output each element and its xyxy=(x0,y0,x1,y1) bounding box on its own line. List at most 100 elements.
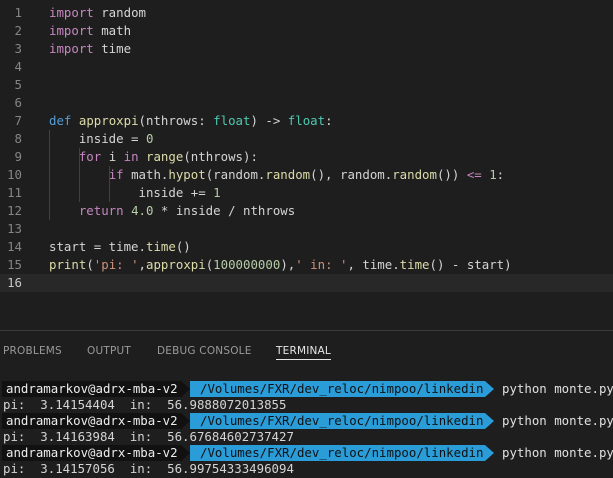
code-line[interactable]: 6 xyxy=(0,94,613,112)
code-line[interactable]: 4 xyxy=(0,58,613,76)
line-number: 5 xyxy=(14,77,22,92)
panel-tabs: PROBLEMS OUTPUT DEBUG CONSOLE TERMINAL xyxy=(0,331,613,369)
terminal-output-line: pi: 3.14157056 in: 56.99754333496094 xyxy=(0,461,613,477)
code-line[interactable]: 13 xyxy=(0,220,613,238)
prompt-separator-icon xyxy=(181,381,190,397)
code-token: import xyxy=(49,23,94,38)
code-line[interactable]: 11 inside += 1 xyxy=(0,184,613,202)
code-token: 4.0 xyxy=(131,203,154,218)
code-token: math. xyxy=(123,167,169,182)
line-number: 7 xyxy=(14,113,22,128)
terminal-command: python monte.py xyxy=(502,381,613,396)
line-number: 13 xyxy=(7,221,22,236)
line-number: 4 xyxy=(14,59,22,74)
terminal-prompt-line: andramarkov@adrx-mba-v2/Volumes/FXR/dev_… xyxy=(0,445,613,461)
code-token: * inside / nthrows xyxy=(153,203,296,218)
line-number: 15 xyxy=(7,257,22,272)
prompt-path: /Volumes/FXR/dev_reloc/nimpoo/linkedin xyxy=(190,381,486,397)
tab-problems[interactable]: PROBLEMS xyxy=(3,343,62,359)
code-token: random xyxy=(265,167,311,182)
code-token: 1 xyxy=(489,167,497,182)
line-number: 16 xyxy=(7,275,22,290)
line-number: 14 xyxy=(7,239,22,254)
tab-output[interactable]: OUTPUT xyxy=(87,343,131,359)
code-text: import math xyxy=(49,22,131,40)
code-line[interactable]: 2 import math xyxy=(0,22,613,40)
prompt-user: andramarkov@adrx-mba-v2 xyxy=(2,413,182,429)
code-token: in xyxy=(123,149,139,164)
code-text: def approxpi(nthrows: float) -> float: xyxy=(49,112,333,130)
tab-terminal[interactable]: TERMINAL xyxy=(276,343,331,360)
code-line[interactable]: 14 start = time.time() xyxy=(0,238,613,256)
code-token: inside = xyxy=(49,131,146,146)
line-number: 11 xyxy=(7,185,22,200)
line-number: 6 xyxy=(14,95,22,110)
code-line[interactable]: 9 for i in range(nthrows): xyxy=(0,148,613,166)
indent-guide xyxy=(108,166,110,202)
line-number: 3 xyxy=(14,41,22,56)
line-number: 10 xyxy=(7,167,22,182)
prompt-path: /Volumes/FXR/dev_reloc/nimpoo/linkedin xyxy=(190,445,486,461)
code-token: i xyxy=(101,149,124,164)
terminal-output: pi: 3.14157056 in: 56.99754333496094 xyxy=(3,461,294,476)
prompt-separator-icon xyxy=(181,413,190,429)
code-token: ) -> xyxy=(250,113,288,128)
prompt-user: andramarkov@adrx-mba-v2 xyxy=(2,445,182,461)
code-line[interactable]: 8 inside = 0 xyxy=(0,130,613,148)
code-text: import time xyxy=(49,40,131,58)
prompt-path: /Volumes/FXR/dev_reloc/nimpoo/linkedin xyxy=(190,413,486,429)
code-token: () - start) xyxy=(429,257,512,272)
prompt-user: andramarkov@adrx-mba-v2 xyxy=(2,381,182,397)
code-token: random xyxy=(93,5,146,20)
code-token: 'pi: ' xyxy=(93,257,139,272)
indent-guide xyxy=(78,148,80,202)
code-text: if math.hypot(random.random(), random.ra… xyxy=(49,166,504,184)
code-line[interactable]: 15 print('pi: ',approxpi(100000000),' in:… xyxy=(0,256,613,274)
line-number: 1 xyxy=(14,5,22,20)
code-token: ( xyxy=(86,257,94,272)
code-token: (random. xyxy=(205,167,266,182)
code-token: random xyxy=(392,167,437,182)
code-line[interactable]: 5 xyxy=(0,76,613,94)
code-token: import xyxy=(49,5,94,20)
code-line[interactable]: 3 import time xyxy=(0,40,613,58)
code-editor[interactable]: 1 import random 2 import math 3 import time 4 5… xyxy=(0,0,613,330)
code-token: print xyxy=(49,257,87,272)
code-token: approxpi xyxy=(146,257,206,272)
code-token: () xyxy=(175,239,191,254)
code-token: 1 xyxy=(213,185,221,200)
code-text: for i in range(nthrows): xyxy=(49,148,258,166)
code-token: if xyxy=(108,167,124,182)
tab-debug-console[interactable]: DEBUG CONSOLE xyxy=(157,343,252,359)
code-line[interactable]: 16 xyxy=(0,274,613,292)
code-line[interactable]: 10 if math.hypot(random.random(), random… xyxy=(0,166,613,184)
terminal-prompt-line: andramarkov@adrx-mba-v2/Volumes/FXR/dev_… xyxy=(0,413,613,429)
indent-guide xyxy=(49,130,50,220)
terminal-output: pi: 3.14163984 in: 56.67684602737427 xyxy=(3,429,294,444)
prompt-separator-icon xyxy=(485,445,494,461)
line-number: 9 xyxy=(14,149,22,164)
code-token: : xyxy=(496,167,505,182)
terminal-command: python monte.py xyxy=(502,413,613,428)
code-token: for xyxy=(78,149,102,164)
code-line[interactable]: 1 import random xyxy=(0,4,613,22)
line-number: 12 xyxy=(7,203,22,218)
prompt-separator-icon xyxy=(181,445,190,461)
code-token: range xyxy=(146,149,184,164)
code-token: 100000000 xyxy=(213,257,281,272)
code-token: time xyxy=(399,257,430,272)
code-text: inside += 1 xyxy=(49,184,221,202)
code-text: return 4.0 * inside / nthrows xyxy=(49,202,295,220)
code-text: inside = 0 xyxy=(49,130,154,148)
code-line[interactable]: 7 def approxpi(nthrows: float) -> float: xyxy=(0,112,613,130)
code-token: , time. xyxy=(347,257,400,272)
line-number: 2 xyxy=(14,23,22,38)
code-token: return xyxy=(78,203,124,218)
code-token: math xyxy=(93,23,132,38)
code-token: import xyxy=(49,41,94,56)
code-line[interactable]: 12 return 4.0 * inside / nthrows xyxy=(0,202,613,220)
